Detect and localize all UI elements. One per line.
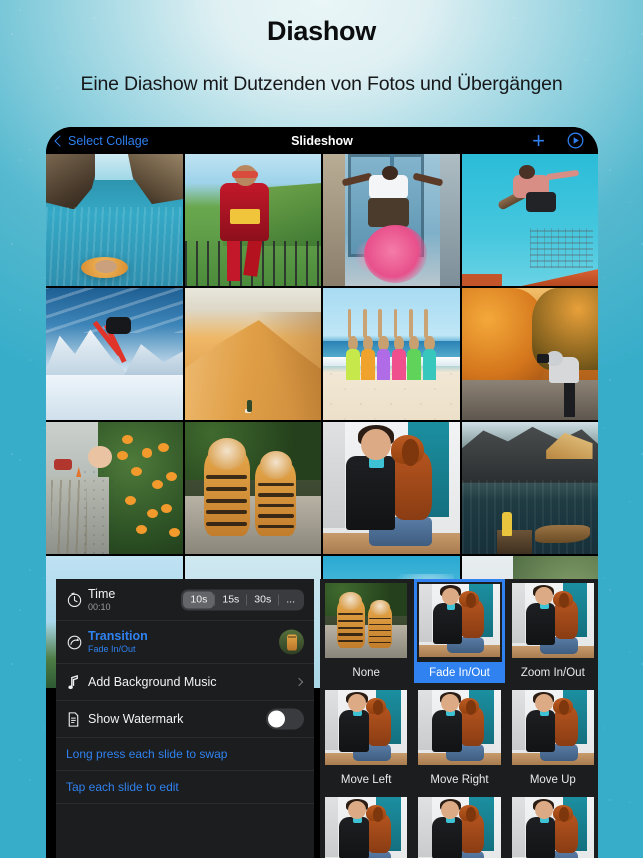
transition-option-move-up[interactable]: Move Up [508, 686, 598, 790]
hint-tap-edit[interactable]: Tap each slide to edit [56, 771, 314, 804]
document-icon [66, 711, 88, 728]
setting-row-show-watermark[interactable]: Show Watermark [56, 701, 314, 738]
thumbnail-art [511, 797, 594, 858]
photo-artwork [184, 154, 321, 286]
plus-icon[interactable]: + [532, 129, 545, 151]
transition-option-label: Move Right [430, 773, 489, 786]
transition-option-move-right[interactable]: Move Right [414, 686, 504, 790]
transition-option-move-left[interactable]: Move Left [321, 686, 411, 790]
photo-artwork [184, 288, 321, 420]
transition-option-zoom-in-out[interactable]: Zoom In/Out [508, 579, 598, 683]
thumbnail-art [418, 690, 501, 765]
thumbnail-art [325, 583, 408, 658]
setting-row-add-background-music[interactable]: Add Background Music [56, 664, 314, 701]
photo-artwork [461, 154, 598, 286]
photo-artwork [323, 288, 460, 420]
transition-thumbnail [325, 797, 408, 858]
transition-thumbnail [418, 797, 501, 858]
photo-artwork [46, 288, 183, 420]
grid-photo-tile[interactable] [323, 288, 460, 420]
grid-photo-tile[interactable] [461, 154, 598, 286]
transition-thumbnail [325, 583, 408, 658]
nav-actions: + [532, 129, 584, 151]
grid-photo-tile[interactable] [46, 422, 183, 554]
transition-option[interactable] [321, 793, 411, 858]
watermark-label: Show Watermark [88, 712, 184, 726]
transition-value: Fade In/Out [88, 644, 136, 654]
transition-label: Transition [88, 629, 148, 643]
app-navigation-bar: Select Collage Slideshow + [46, 127, 598, 154]
time-option-10s[interactable]: 10s [183, 591, 215, 608]
time-option-15s[interactable]: 15s [215, 591, 246, 608]
play-circle-icon[interactable] [567, 132, 584, 149]
photo-artwork [184, 422, 321, 554]
toggle-knob [268, 710, 285, 728]
setting-row-time[interactable]: Time 00:10 10s 15s 30s... [56, 579, 314, 621]
grid-photo-tile[interactable] [323, 422, 460, 554]
thumbnail-art [419, 584, 500, 657]
thumbnail-art [418, 797, 501, 858]
transition-option-label: Zoom In/Out [520, 666, 585, 679]
time-value: 00:10 [88, 601, 111, 612]
transition-thumbnail [419, 584, 500, 657]
transition-option-fade-in-out[interactable]: Fade In/Out [414, 579, 505, 683]
transition-picker-grid[interactable]: None Fade In/Out Zoom In/Out Move Left Move … [320, 579, 598, 858]
transition-option-label: Move Up [529, 773, 576, 786]
photo-artwork [323, 422, 460, 554]
photo-artwork [46, 422, 183, 554]
grid-photo-tile[interactable] [323, 154, 460, 286]
transition-option[interactable] [508, 793, 598, 858]
transition-thumbnail [418, 690, 501, 765]
thumbnail-art [511, 690, 594, 765]
transition-option-label: Fade In/Out [414, 662, 505, 683]
thumbnail-art [511, 583, 594, 658]
page-title: Diashow [267, 16, 376, 46]
grid-photo-tile[interactable] [184, 154, 321, 286]
transition-option[interactable] [414, 793, 504, 858]
thumbnail-art [279, 629, 304, 655]
chevron-right-icon [294, 677, 304, 687]
grid-photo-tile[interactable] [46, 288, 183, 420]
transition-thumbnail [511, 690, 594, 765]
grid-photo-tile[interactable] [461, 288, 598, 420]
music-note-icon [66, 674, 88, 691]
grid-photo-tile[interactable] [461, 422, 598, 554]
transition-thumbnail [325, 690, 408, 765]
setting-row-transition[interactable]: Transition Fade In/Out [56, 621, 314, 664]
nav-title: Slideshow [291, 133, 353, 148]
watermark-toggle[interactable] [266, 708, 304, 730]
page-subtitle: Eine Diashow mit Dutzenden von Fotos und… [80, 73, 563, 95]
time-duration-segmented-control[interactable]: 10s 15s 30s... [181, 589, 304, 610]
music-label: Add Background Music [88, 675, 217, 689]
transition-arrow-icon [66, 634, 88, 651]
transition-thumbnail [511, 797, 594, 858]
device-frame: Select Collage Slideshow + Time 00:10 10… [46, 127, 598, 858]
time-option-30s[interactable]: 30s [247, 591, 278, 608]
photo-artwork [323, 154, 460, 286]
timer-icon [66, 591, 88, 608]
photo-artwork [461, 288, 598, 420]
transition-preview-thumbnail[interactable] [279, 629, 304, 655]
transition-option-label: None [352, 666, 380, 679]
photo-artwork [46, 154, 183, 286]
transition-option-label: Move Left [340, 773, 392, 786]
grid-photo-tile[interactable] [184, 422, 321, 554]
slideshow-settings-panel: Time 00:10 10s 15s 30s... Transition Fade … [56, 579, 314, 858]
time-option-moremoremore[interactable]: ... [279, 591, 302, 608]
photo-artwork [461, 422, 598, 554]
transition-option-none[interactable]: None [321, 579, 411, 683]
thumbnail-art [325, 690, 408, 765]
grid-photo-tile[interactable] [46, 154, 183, 286]
thumbnail-art [325, 797, 408, 858]
time-label: Time [88, 586, 116, 601]
transition-thumbnail [511, 583, 594, 658]
hint-long-press-swap[interactable]: Long press each slide to swap [56, 738, 314, 771]
grid-photo-tile[interactable] [184, 288, 321, 420]
